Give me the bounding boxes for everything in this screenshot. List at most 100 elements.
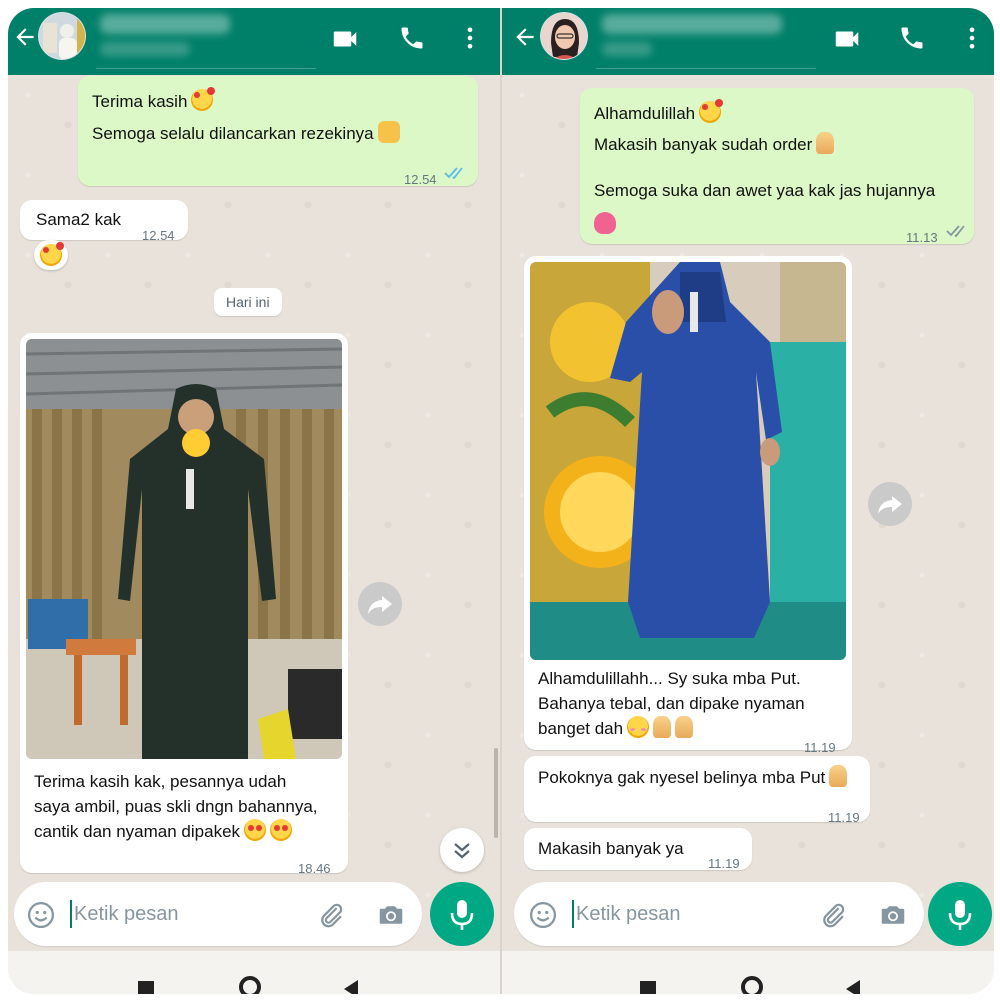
smiling-face-hearts-icon bbox=[699, 99, 724, 123]
message-line: Makasih banyak sudah order bbox=[594, 129, 835, 160]
outgoing-message[interactable]: Terima kasih Semoga selalu dilancarkan r… bbox=[78, 76, 478, 187]
message-text: Semoga selalu dilancarkan rezekinya bbox=[92, 124, 374, 143]
caption-line: saya ambil, puas skli dngn bahannya, bbox=[34, 797, 318, 816]
open-hands-icon bbox=[377, 121, 400, 143]
chat-header bbox=[502, 8, 994, 75]
incoming-message[interactable]: Makasih banyak ya 11.19 bbox=[524, 828, 752, 871]
double-check-icon bbox=[444, 167, 463, 180]
raincoat-photo[interactable] bbox=[530, 262, 846, 660]
back-arrow-icon[interactable] bbox=[12, 24, 40, 52]
video-call-icon[interactable] bbox=[330, 24, 360, 54]
message-text: Semoga suka dan awet yaa kak jas hujanny… bbox=[594, 181, 936, 200]
screenshot-frame: Terima kasih Semoga selalu dilancarkan r… bbox=[8, 8, 994, 994]
nav-back-button[interactable] bbox=[344, 980, 358, 994]
folded-hands-icon bbox=[653, 716, 672, 738]
smiling-face-hearts-icon bbox=[40, 242, 64, 266]
message-time: 11.19 bbox=[708, 856, 740, 871]
forward-icon[interactable] bbox=[868, 482, 912, 526]
message-text: Alhamdulillah bbox=[594, 104, 696, 123]
message-reaction[interactable] bbox=[34, 240, 68, 270]
caption-text: banget dah bbox=[538, 719, 624, 738]
contact-avatar[interactable] bbox=[540, 12, 588, 60]
message-text: Pokoknya gak nyesel belinya mba Put bbox=[538, 768, 826, 787]
recents-button[interactable] bbox=[640, 981, 656, 994]
message-time: 12.54 bbox=[404, 172, 437, 187]
mic-icon bbox=[948, 900, 972, 930]
camera-icon[interactable] bbox=[376, 900, 406, 935]
contact-avatar[interactable] bbox=[38, 12, 86, 60]
nav-back-button[interactable] bbox=[846, 980, 860, 994]
outgoing-message[interactable]: Alhamdulillah Makasih banyak sudah order… bbox=[580, 88, 974, 245]
message-time: 12.54 bbox=[142, 228, 175, 243]
smiling-face-icon bbox=[627, 716, 650, 738]
message-input[interactable]: Ketik pesan bbox=[576, 900, 681, 928]
message-input-bar[interactable]: Ketik pesan bbox=[14, 882, 422, 946]
camera-icon[interactable] bbox=[878, 900, 908, 935]
video-call-icon[interactable] bbox=[832, 24, 862, 54]
caption-text: cantik dan nyaman dipakek bbox=[34, 822, 241, 841]
smiling-face-hearts-icon bbox=[191, 87, 216, 111]
chat-header bbox=[8, 8, 500, 75]
mic-button[interactable] bbox=[928, 882, 992, 946]
more-vert-icon[interactable] bbox=[958, 24, 988, 54]
emoji-icon[interactable] bbox=[528, 900, 558, 935]
right-chat-panel: Alhamdulillah Makasih banyak sudah order… bbox=[502, 8, 994, 994]
message-text: Makasih banyak ya bbox=[538, 839, 684, 858]
contact-name[interactable] bbox=[602, 14, 782, 34]
phone-icon[interactable] bbox=[398, 24, 428, 54]
home-button[interactable] bbox=[741, 976, 763, 994]
attach-icon[interactable] bbox=[818, 900, 848, 935]
message-line: Terima kasih bbox=[92, 86, 216, 117]
message-line: Alhamdulillah bbox=[594, 98, 724, 129]
message-input[interactable]: Ketik pesan bbox=[74, 900, 179, 928]
back-arrow-icon[interactable] bbox=[512, 24, 540, 52]
contact-name[interactable] bbox=[100, 14, 230, 34]
heart-eyes-icon bbox=[270, 819, 293, 841]
system-nav-bar bbox=[8, 951, 500, 994]
caption-line: Alhamdulillahh... Sy suka mba Put. bbox=[538, 669, 801, 688]
folded-hands-icon bbox=[829, 765, 848, 787]
mic-button[interactable] bbox=[430, 882, 494, 946]
text-caret bbox=[572, 900, 574, 928]
caption-line: Terima kasih kak, pesannya udah bbox=[34, 772, 287, 791]
folded-hands-icon bbox=[816, 132, 835, 154]
message-line: Semoga selalu dilancarkan rezekinya bbox=[92, 118, 400, 149]
caption-line: cantik dan nyaman dipakek bbox=[34, 819, 318, 844]
header-underline bbox=[96, 68, 316, 69]
raincoat-photo[interactable] bbox=[26, 339, 342, 759]
contact-status bbox=[602, 42, 652, 56]
message-line: Pokoknya gak nyesel belinya mba Put bbox=[538, 762, 848, 793]
scrollbar-thumb[interactable] bbox=[494, 748, 498, 838]
message-time: 18.46 bbox=[298, 861, 331, 876]
message-text: Terima kasih bbox=[92, 92, 188, 111]
message-input-bar[interactable]: Ketik pesan bbox=[514, 882, 924, 946]
left-chat-panel: Terima kasih Semoga selalu dilancarkan r… bbox=[8, 8, 500, 994]
incoming-photo-message[interactable]: Alhamdulillahh... Sy suka mba Put. Bahan… bbox=[524, 256, 852, 755]
phone-icon[interactable] bbox=[898, 24, 928, 54]
incoming-message[interactable]: Pokoknya gak nyesel belinya mba Put 11.1… bbox=[524, 756, 870, 825]
double-check-icon bbox=[946, 225, 965, 238]
emoji-icon[interactable] bbox=[26, 900, 56, 935]
forward-icon[interactable] bbox=[358, 582, 402, 626]
message-text: Makasih banyak sudah order bbox=[594, 135, 813, 154]
contact-status bbox=[100, 42, 190, 56]
caption-line: Bahanya tebal, dan dipake nyaman bbox=[538, 694, 805, 713]
folded-hands-icon bbox=[675, 716, 694, 738]
home-button[interactable] bbox=[239, 976, 261, 994]
chevron-double-down-icon bbox=[454, 843, 470, 859]
incoming-message[interactable]: Sama2 kak 12.54 bbox=[20, 200, 188, 243]
header-underline bbox=[596, 68, 816, 69]
scroll-to-bottom-button[interactable] bbox=[440, 828, 484, 872]
caption-line: banget dah bbox=[538, 716, 805, 741]
heart-eyes-icon bbox=[244, 819, 267, 841]
photo-caption: Alhamdulillahh... Sy suka mba Put. Bahan… bbox=[538, 666, 805, 741]
more-vert-icon[interactable] bbox=[456, 24, 486, 54]
message-text: Sama2 kak bbox=[36, 210, 122, 229]
system-nav-bar bbox=[502, 951, 994, 994]
incoming-photo-message[interactable]: Terima kasih kak, pesannya udah saya amb… bbox=[20, 333, 348, 876]
mic-icon bbox=[450, 900, 474, 930]
message-time: 11.19 bbox=[828, 810, 860, 825]
pink-heart-icon bbox=[594, 212, 616, 234]
attach-icon[interactable] bbox=[316, 900, 346, 935]
recents-button[interactable] bbox=[138, 981, 154, 994]
